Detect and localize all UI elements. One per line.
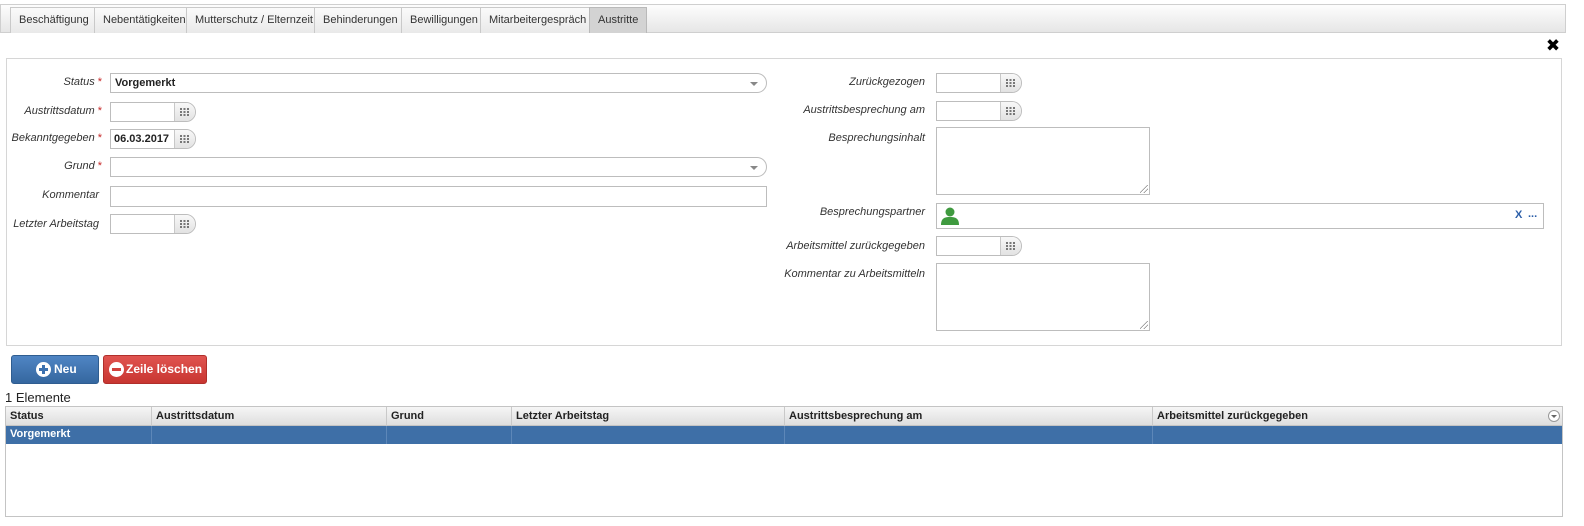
resize-handle[interactable] — [1140, 321, 1148, 329]
austrittsdatum-label: Austrittsdatum * — [24, 105, 102, 117]
zurueckgezogen-label: Zurückgezogen — [849, 76, 925, 88]
cell-status: Vorgemerkt — [6, 426, 152, 444]
arbeitsmittel-field[interactable] — [936, 236, 1022, 256]
tab-mitarbeitergespraech[interactable]: Mitarbeitergespräch — [480, 7, 596, 33]
kommentar-input[interactable] — [110, 186, 767, 207]
bekanntgegeben-value: 06.03.2017 — [114, 133, 170, 145]
tab-bar: Beschäftigung Nebentätigkeiten Muttersch… — [0, 4, 1566, 33]
column-header-austrittsdatum[interactable]: Austrittsdatum — [152, 407, 387, 426]
grid-header: Status Austrittsdatum Grund Letzter Arbe… — [6, 407, 1562, 426]
status-select[interactable]: Vorgemerkt — [110, 73, 767, 93]
minus-circle-icon — [109, 362, 124, 377]
calendar-button[interactable] — [1000, 237, 1021, 255]
status-label: Status * — [63, 76, 102, 88]
required-marker: * — [97, 76, 102, 88]
calendar-button[interactable] — [1000, 102, 1021, 120]
grund-select[interactable] — [110, 157, 767, 177]
delete-row-button-label: Zeile löschen — [126, 362, 203, 376]
besprechungsinhalt-textarea[interactable] — [936, 127, 1150, 195]
calendar-button[interactable] — [1000, 74, 1021, 92]
table-row[interactable]: Vorgemerkt — [6, 426, 1562, 444]
kommentar-label: Kommentar — [42, 189, 99, 201]
delete-row-button[interactable]: Zeile löschen — [103, 355, 207, 384]
browse-button[interactable]: ... — [1528, 208, 1537, 220]
chevron-down-icon[interactable] — [750, 82, 758, 86]
tab-bewilligungen[interactable]: Bewilligungen — [401, 7, 487, 33]
element-count: 1 Elemente — [5, 390, 71, 405]
new-button[interactable]: Neu — [11, 355, 99, 384]
required-marker: * — [97, 160, 102, 172]
austrittsdatum-field[interactable] — [110, 102, 196, 122]
kommentar-arbeitsmittel-label: Kommentar zu Arbeitsmitteln — [784, 268, 925, 280]
column-header-letzter-arbeitstag[interactable]: Letzter Arbeitstag — [512, 407, 785, 426]
tab-nebentaetigkeiten[interactable]: Nebentätigkeiten — [94, 7, 195, 33]
arbeitsmittel-label: Arbeitsmittel zurückgegeben — [786, 240, 925, 252]
kommentar-arbeitsmittel-textarea[interactable] — [936, 263, 1150, 331]
column-header-arbeitsmittel[interactable]: Arbeitsmittel zurückgegeben — [1153, 407, 1562, 426]
calendar-icon — [1006, 242, 1015, 250]
austrittsbesprechung-label: Austrittsbesprechung am — [803, 104, 925, 116]
resize-handle[interactable] — [1140, 185, 1148, 193]
cell-letzter-arbeitstag — [512, 426, 785, 444]
besprechungspartner-field[interactable]: X ... — [936, 203, 1544, 229]
close-icon[interactable]: ✖ — [1545, 38, 1561, 55]
tab-behinderungen[interactable]: Behinderungen — [314, 7, 407, 33]
calendar-icon — [180, 108, 189, 116]
column-header-austrittsbesprechung[interactable]: Austrittsbesprechung am — [785, 407, 1153, 426]
calendar-icon — [180, 220, 189, 228]
column-menu-icon[interactable] — [1548, 410, 1560, 422]
required-marker: * — [97, 105, 102, 117]
bekanntgegeben-field[interactable]: 06.03.2017 — [110, 129, 196, 149]
besprechungspartner-label: Besprechungspartner — [819, 206, 925, 218]
austrittsbesprechung-field[interactable] — [936, 101, 1022, 121]
letzter-arbeitstag-field[interactable] — [110, 214, 196, 234]
clear-button[interactable]: X — [1515, 209, 1522, 221]
status-value: Vorgemerkt — [115, 77, 176, 89]
tab-beschaeftigung[interactable]: Beschäftigung — [10, 7, 98, 33]
column-header-status[interactable]: Status — [6, 407, 152, 426]
calendar-button[interactable] — [174, 103, 195, 121]
letzter-arbeitstag-label: Letzter Arbeitstag — [13, 218, 99, 230]
tab-mutterschutz-elternzeit[interactable]: Mutterschutz / Elternzeit — [186, 7, 322, 33]
chevron-down-icon[interactable] — [750, 166, 758, 170]
bekanntgegeben-label: Bekanntgegeben * — [11, 132, 102, 144]
grund-label: Grund * — [64, 160, 102, 172]
tab-austritte[interactable]: Austritte — [589, 7, 648, 33]
required-marker: * — [97, 132, 102, 144]
calendar-button[interactable] — [174, 215, 195, 233]
calendar-icon — [1006, 107, 1015, 115]
cell-arbeitsmittel — [1153, 426, 1562, 444]
calendar-icon — [1006, 79, 1015, 87]
besprechungsinhalt-label: Besprechungsinhalt — [828, 132, 925, 144]
calendar-icon — [180, 135, 189, 143]
cell-austrittsbesprechung — [785, 426, 1153, 444]
new-button-label: Neu — [54, 362, 77, 376]
cell-grund — [387, 426, 512, 444]
calendar-button[interactable] — [174, 130, 195, 148]
plus-circle-icon — [36, 362, 51, 377]
exits-grid: Status Austrittsdatum Grund Letzter Arbe… — [5, 406, 1563, 517]
column-header-grund[interactable]: Grund — [387, 407, 512, 426]
zurueckgezogen-field[interactable] — [936, 73, 1022, 93]
person-icon — [941, 207, 959, 225]
cell-austrittsdatum — [152, 426, 387, 444]
